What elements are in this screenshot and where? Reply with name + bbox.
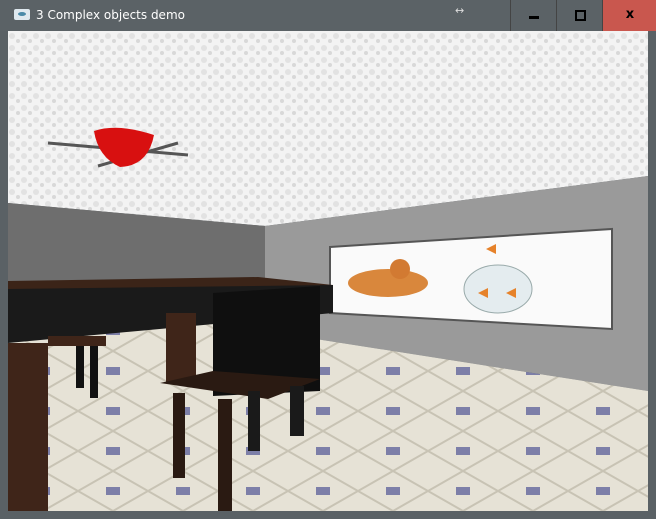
close-button[interactable]: x xyxy=(602,0,656,31)
cat-image xyxy=(348,269,428,297)
fishbowl-image xyxy=(463,264,533,314)
3d-viewport[interactable] xyxy=(8,31,648,511)
title-bar[interactable]: 3 Complex objects demo ↔ x xyxy=(0,0,656,31)
maximize-button[interactable] xyxy=(556,0,603,31)
minimize-icon xyxy=(529,16,539,19)
close-icon: x xyxy=(625,7,635,22)
resize-icon: ↔ xyxy=(455,4,465,17)
minimize-button[interactable] xyxy=(510,0,557,31)
window-title: 3 Complex objects demo xyxy=(36,8,185,22)
painting xyxy=(329,227,613,331)
maximize-icon xyxy=(574,10,586,21)
app-icon xyxy=(14,9,30,20)
